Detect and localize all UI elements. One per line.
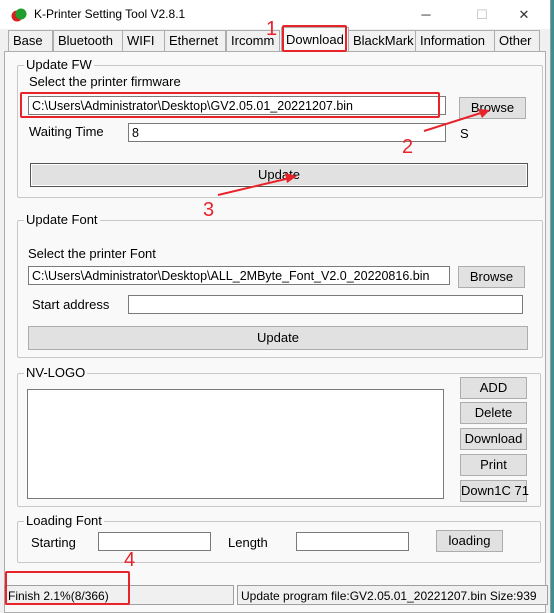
nv-down1c71-button[interactable]: Down1C 71: [460, 480, 529, 502]
close-button[interactable]: ✕: [508, 4, 540, 26]
window-title: K-Printer Setting Tool V2.8.1: [34, 7, 186, 21]
minimize-button[interactable]: ─: [410, 4, 442, 26]
maximize-button[interactable]: ☐: [466, 4, 498, 26]
tab-base[interactable]: Base: [8, 30, 53, 51]
tab-ircomm[interactable]: Ircomm: [226, 30, 280, 51]
fw-browse-button[interactable]: Browse: [459, 97, 526, 119]
fw-update-button[interactable]: Update: [30, 163, 528, 187]
update-fw-group: Update FW Select the printer firmware C:…: [17, 57, 543, 198]
waiting-time-field[interactable]: 8: [128, 123, 446, 142]
loading-font-group: Loading Font Starting Length loading: [17, 513, 541, 563]
nv-logo-title: NV-LOGO: [24, 365, 88, 380]
fw-select-label: Select the printer firmware: [29, 74, 181, 89]
app-window: K-Printer Setting Tool V2.8.1 ─ ☐ ✕ Base…: [0, 0, 551, 613]
starting-field[interactable]: [98, 532, 211, 551]
nv-add-button[interactable]: ADD: [460, 377, 527, 399]
tab-blackmark[interactable]: BlackMark: [348, 30, 419, 51]
length-field[interactable]: [296, 532, 409, 551]
font-update-button[interactable]: Update: [28, 326, 528, 350]
font-browse-button[interactable]: Browse: [458, 266, 525, 288]
tab-download[interactable]: Download: [281, 27, 349, 52]
update-font-group: Update Font Select the printer Font C:\U…: [17, 212, 543, 358]
update-font-title: Update Font: [24, 212, 100, 227]
title-bar: K-Printer Setting Tool V2.8.1 ─ ☐ ✕: [0, 0, 550, 29]
tab-bluetooth[interactable]: Bluetooth: [53, 30, 124, 51]
status-file-info: Update program file:GV2.05.01_20221207.b…: [237, 585, 548, 605]
download-panel: Update FW Select the printer firmware C:…: [4, 51, 546, 613]
nv-delete-button[interactable]: Delete: [460, 402, 527, 424]
font-select-label: Select the printer Font: [28, 246, 156, 261]
status-progress: Finish 2.1%(8/366): [4, 585, 234, 605]
nv-logo-group: NV-LOGO ADD Delete Download Print Down1C…: [17, 365, 541, 507]
tab-wifi[interactable]: WIFI: [122, 30, 167, 51]
nv-logo-list[interactable]: [27, 389, 444, 499]
nv-download-button[interactable]: Download: [460, 428, 527, 450]
length-label: Length: [228, 535, 268, 550]
start-address-label: Start address: [32, 297, 110, 312]
start-address-field[interactable]: [128, 295, 523, 314]
update-fw-title: Update FW: [24, 57, 94, 72]
loading-button[interactable]: loading: [436, 530, 503, 552]
app-logo-icon: [11, 7, 27, 23]
loading-font-title: Loading Font: [24, 513, 104, 528]
fw-path-field[interactable]: C:\Users\Administrator\Desktop\GV2.05.01…: [28, 96, 446, 115]
tab-ethernet[interactable]: Ethernet: [164, 30, 226, 51]
waiting-unit-label: S: [460, 126, 469, 141]
font-path-field[interactable]: C:\Users\Administrator\Desktop\ALL_2MByt…: [28, 266, 450, 285]
waiting-time-label: Waiting Time: [29, 124, 104, 139]
tab-other[interactable]: Other: [494, 30, 540, 51]
starting-label: Starting: [31, 535, 76, 550]
tab-information[interactable]: Information: [415, 30, 496, 51]
nv-print-button[interactable]: Print: [460, 454, 527, 476]
tab-strip: Base Bluetooth WIFI Ethernet Ircomm Down…: [4, 27, 546, 52]
